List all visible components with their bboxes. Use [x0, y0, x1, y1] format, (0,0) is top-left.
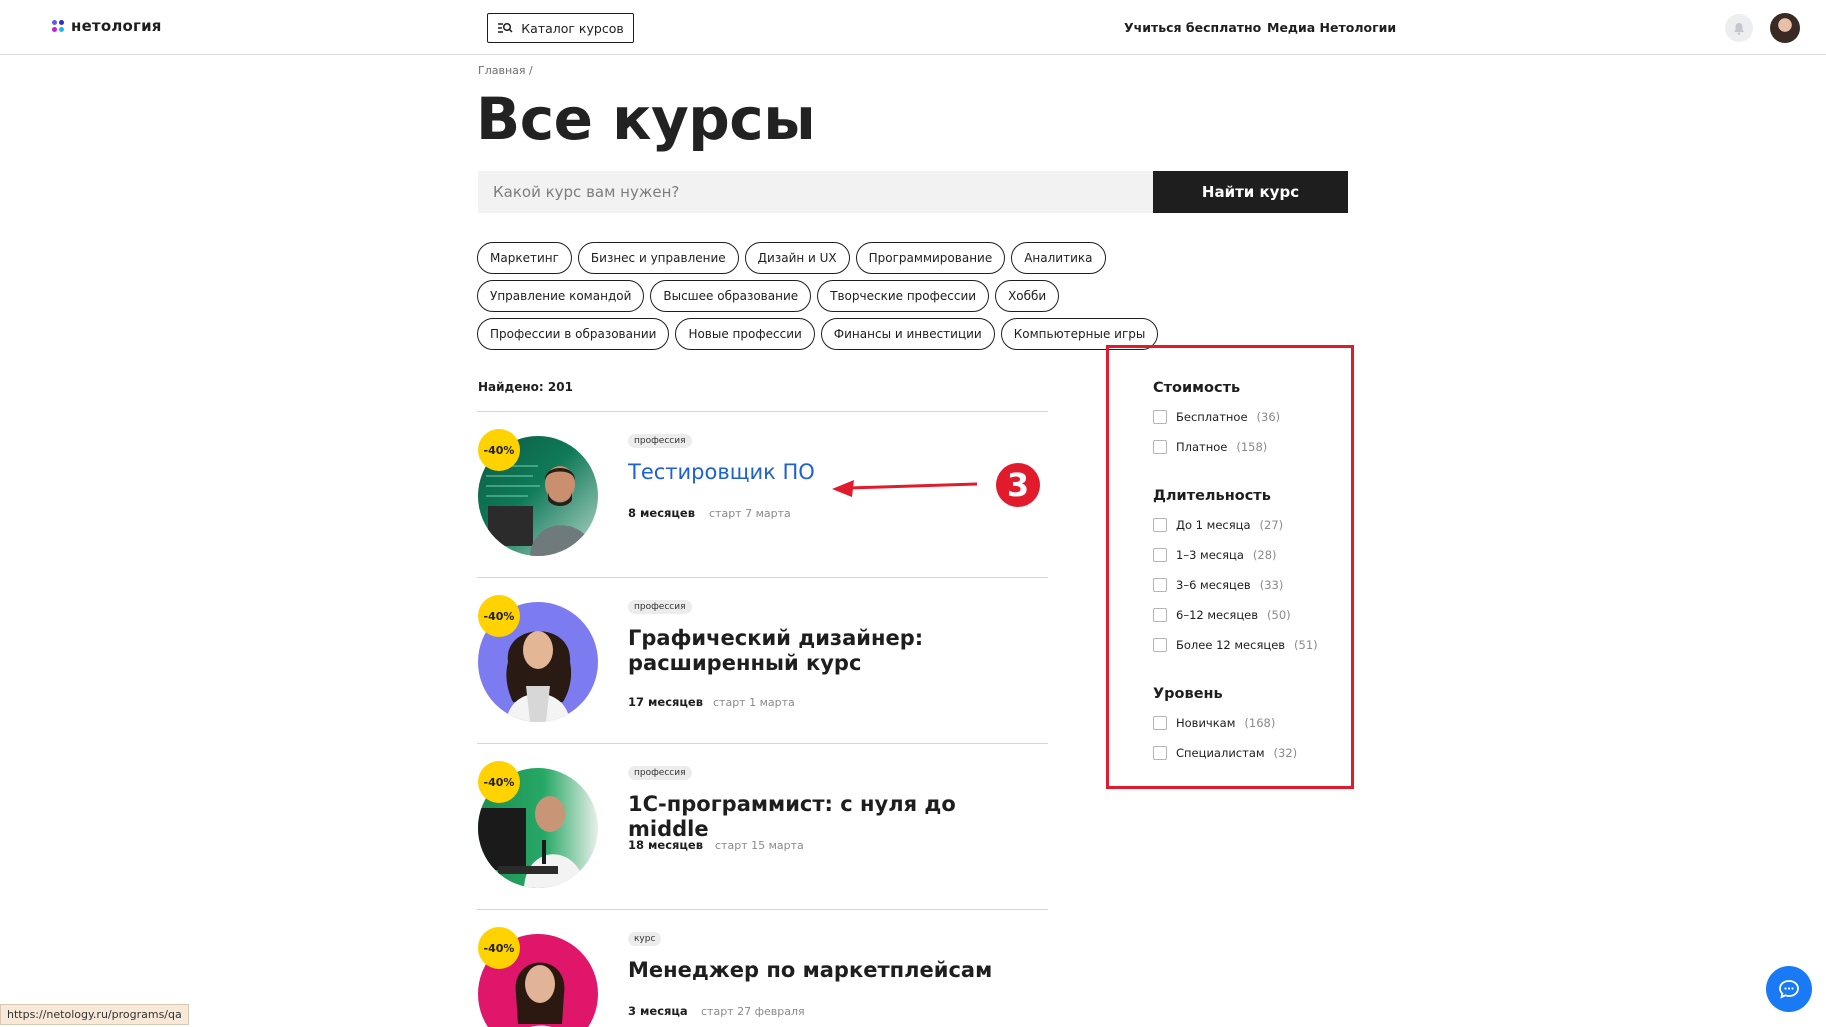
annotation-arrow-icon	[832, 480, 978, 497]
filter-label: Более 12 месяцев	[1176, 638, 1286, 652]
checkbox[interactable]	[1153, 746, 1167, 760]
logo-icon	[52, 20, 64, 32]
user-avatar[interactable]	[1770, 13, 1800, 43]
filter-duration-3[interactable]: 3–6 месяцев (33)	[1153, 578, 1283, 592]
course-title[interactable]: Графический дизайнер: расширенный курс	[628, 626, 1038, 676]
filter-duration-2[interactable]: 1–3 месяца (28)	[1153, 548, 1277, 562]
page-title: Все курсы	[476, 85, 816, 153]
course-title[interactable]: 1С-программист: с нуля до middle	[628, 792, 1038, 842]
filter-count: (51)	[1294, 638, 1318, 652]
filter-free[interactable]: Бесплатное (36)	[1153, 410, 1280, 424]
catalog-label: Каталог курсов	[521, 20, 624, 36]
course-start: старт 7 марта	[709, 507, 791, 520]
filter-label: Платное	[1176, 440, 1228, 454]
checkbox[interactable]	[1153, 410, 1167, 424]
filter-paid[interactable]: Платное (158)	[1153, 440, 1267, 454]
nav-media[interactable]: Медиа Нетологии	[1267, 20, 1396, 35]
filter-label: Бесплатное	[1176, 410, 1248, 424]
course-card[interactable]: -40% курс Менеджер по маркетплейсам 3 ме…	[477, 909, 1048, 1027]
filter-specialists[interactable]: Специалистам (32)	[1153, 746, 1297, 760]
course-start: старт 1 марта	[713, 696, 795, 709]
logo-text: нетология	[71, 17, 162, 35]
tag-design-ux[interactable]: Дизайн и UX	[744, 242, 850, 274]
found-count: Найдено: 201	[478, 380, 573, 394]
tag-new-professions[interactable]: Новые профессии	[675, 318, 815, 350]
breadcrumb[interactable]: Главная /	[478, 64, 533, 77]
site-header: нетология Каталог курсов Учиться бесплат…	[0, 0, 1826, 55]
course-duration: 8 месяцев	[628, 506, 696, 520]
filter-count: (158)	[1236, 440, 1268, 454]
discount-badge: -40%	[478, 761, 520, 803]
chat-icon	[1779, 980, 1799, 999]
filter-duration-5[interactable]: Более 12 месяцев (51)	[1153, 638, 1318, 652]
course-duration: 18 месяцев	[628, 838, 704, 852]
tag-business[interactable]: Бизнес и управление	[577, 242, 739, 274]
course-title[interactable]: Менеджер по маркетплейсам	[628, 958, 1038, 983]
filter-label: Специалистам	[1176, 746, 1265, 760]
netology-logo[interactable]: нетология	[52, 17, 162, 35]
tag-education-professions[interactable]: Профессии в образовании	[477, 318, 670, 350]
filter-count: (28)	[1252, 548, 1277, 562]
discount-badge: -40%	[478, 429, 520, 471]
tag-marketing[interactable]: Маркетинг	[477, 242, 572, 274]
course-start: старт 15 марта	[715, 839, 804, 852]
bell-icon	[1734, 22, 1744, 35]
nav-learn-free[interactable]: Учиться бесплатно	[1124, 20, 1261, 35]
filter-duration-title: Длительность	[1153, 488, 1271, 504]
course-type: профессия	[628, 434, 692, 448]
tag-creative[interactable]: Творческие профессии	[817, 280, 990, 312]
filter-count: (168)	[1244, 716, 1276, 730]
chat-button[interactable]	[1766, 966, 1812, 1012]
category-tags: Маркетинг Бизнес и управление Дизайн и U…	[477, 242, 1257, 350]
notifications-button[interactable]	[1725, 14, 1753, 42]
filter-beginners[interactable]: Новичкам (168)	[1153, 716, 1275, 730]
discount-badge: -40%	[478, 927, 520, 969]
filter-count: (33)	[1259, 578, 1284, 592]
filter-count: (50)	[1267, 608, 1291, 622]
filter-duration-1[interactable]: До 1 месяца (27)	[1153, 518, 1283, 532]
discount-badge: -40%	[478, 595, 520, 637]
checkbox[interactable]	[1153, 440, 1167, 454]
filter-label: 6–12 месяцев	[1176, 608, 1259, 622]
checkbox[interactable]	[1153, 578, 1167, 592]
filter-label: Новичкам	[1176, 716, 1236, 730]
filter-level-title: Уровень	[1153, 686, 1223, 702]
catalog-search-icon	[498, 22, 513, 33]
checkbox[interactable]	[1153, 638, 1167, 652]
filter-label: 3–6 месяцев	[1176, 578, 1251, 592]
tag-finance[interactable]: Финансы и инвестиции	[820, 318, 995, 350]
tag-higher-education[interactable]: Высшее образование	[650, 280, 812, 312]
course-search: Найти курс	[478, 171, 1348, 213]
course-duration: 17 месяцев	[628, 695, 704, 709]
filter-label: До 1 месяца	[1176, 518, 1251, 532]
checkbox[interactable]	[1153, 608, 1167, 622]
tag-team-management[interactable]: Управление командой	[477, 280, 645, 312]
course-card[interactable]: -40% профессия Графический дизайнер: рас…	[477, 577, 1048, 743]
catalog-button[interactable]: Каталог курсов	[487, 13, 634, 43]
course-duration: 3 месяца	[628, 1004, 688, 1018]
tag-programming[interactable]: Программирование	[855, 242, 1006, 274]
annotation-number: 3	[996, 463, 1040, 507]
filter-label: 1–3 месяца	[1176, 548, 1244, 562]
filter-cost-title: Стоимость	[1153, 380, 1241, 396]
search-button[interactable]: Найти курс	[1153, 171, 1348, 213]
checkbox[interactable]	[1153, 716, 1167, 730]
filter-count: (36)	[1256, 410, 1281, 424]
checkbox[interactable]	[1153, 548, 1167, 562]
course-type: курс	[628, 932, 662, 946]
tag-hobby[interactable]: Хобби	[995, 280, 1060, 312]
filter-count: (32)	[1273, 746, 1298, 760]
course-type: профессия	[628, 766, 692, 780]
link-status-bar: https://netology.ru/programs/qa	[0, 1004, 189, 1025]
filter-duration-4[interactable]: 6–12 месяцев (50)	[1153, 608, 1291, 622]
course-card[interactable]: -40% профессия 1С-программист: с нуля до…	[477, 743, 1048, 909]
tag-analytics[interactable]: Аналитика	[1011, 242, 1106, 274]
course-type: профессия	[628, 600, 692, 614]
search-input[interactable]	[478, 171, 1153, 213]
checkbox[interactable]	[1153, 518, 1167, 532]
filter-count: (27)	[1259, 518, 1284, 532]
course-start: старт 27 февраля	[701, 1005, 805, 1018]
